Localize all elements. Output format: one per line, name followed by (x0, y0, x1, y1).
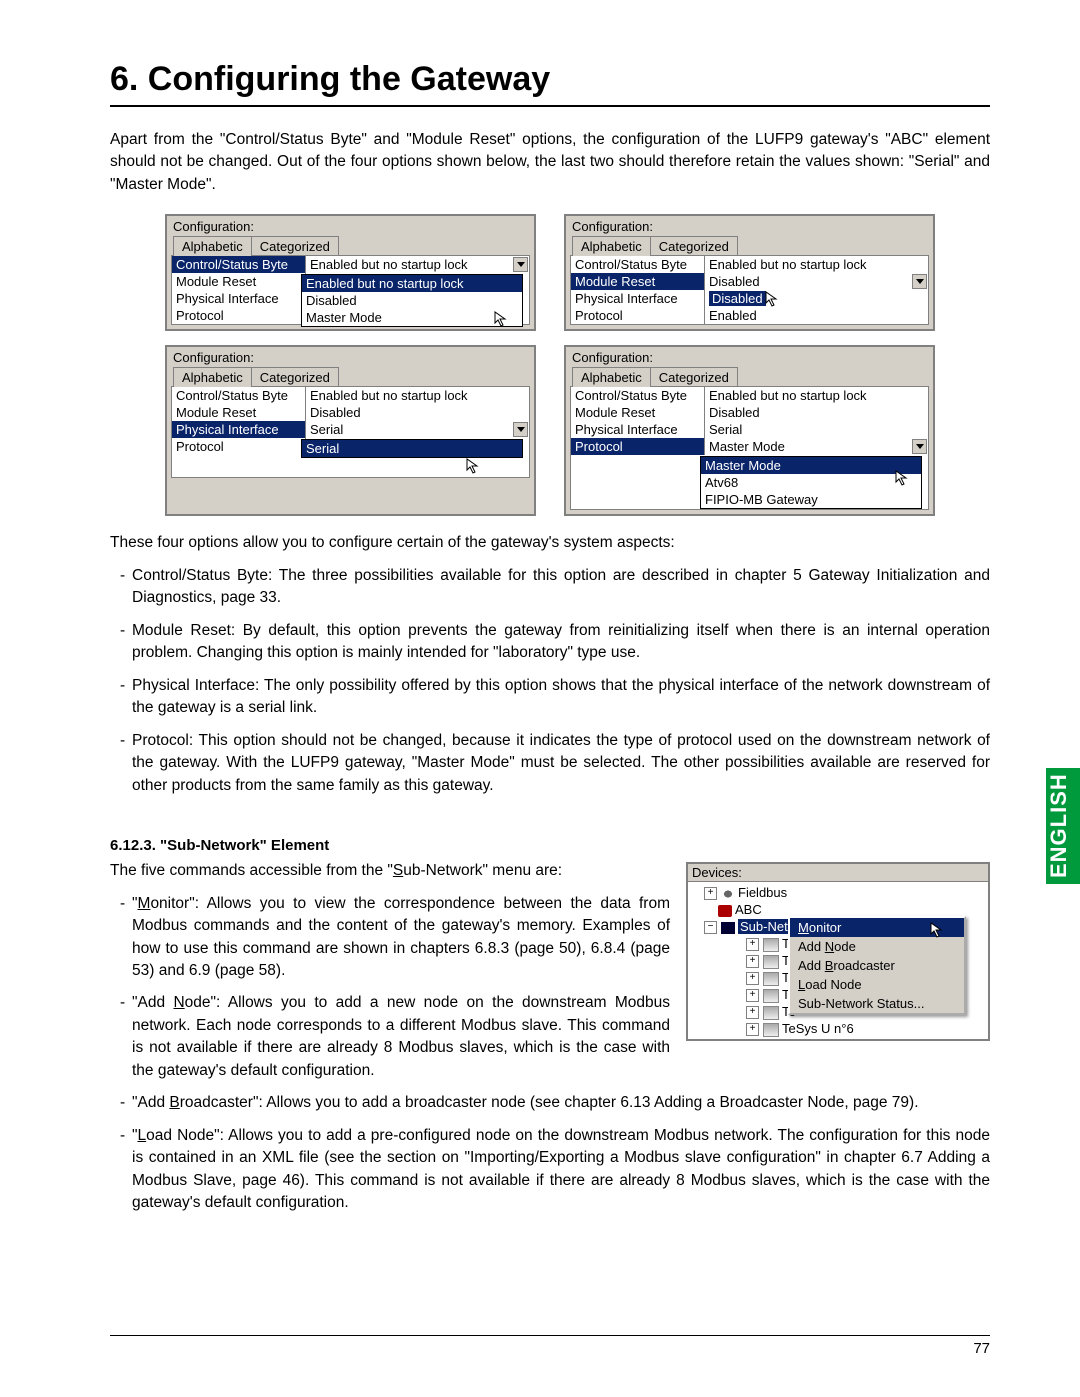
dropdown-list[interactable]: Master Mode Atv68 FIPIO-MB Gateway (700, 456, 922, 509)
config-label: Configuration: (167, 216, 534, 234)
tabstrip: AlphabeticCategorized (566, 234, 933, 255)
row-pr-value[interactable]: Master Mode (705, 438, 929, 455)
row-mr-value: Disabled (306, 404, 530, 421)
page-footer: 77 (110, 1335, 990, 1357)
row-pi-value: Disabled (705, 290, 929, 307)
tab-alphabetic[interactable]: Alphabetic (173, 367, 252, 387)
dropdown-list[interactable]: Serial (301, 439, 523, 458)
menu-item-load-node[interactable]: Load Node (790, 975, 964, 994)
row-pr-label[interactable]: Protocol (172, 438, 306, 455)
sub-heading: 6.12.3. "Sub-Network" Element (110, 837, 990, 854)
page-title: 6. Configuring the Gateway (110, 60, 990, 107)
dropdown-option[interactable]: Serial (302, 440, 522, 457)
page-number: 77 (973, 1340, 990, 1357)
row-mr-value[interactable]: Disabled (705, 273, 929, 290)
list-item: Module Reset: By default, this option pr… (120, 620, 990, 665)
cursor-icon (765, 291, 781, 307)
config-window-2: Configuration: AlphabeticCategorized Con… (564, 214, 935, 331)
row-pi-label[interactable]: Physical Interface (571, 421, 705, 438)
intro-paragraph: Apart from the "Control/Status Byte" and… (110, 129, 990, 196)
row-pr-value: Enabled (705, 307, 929, 324)
dropdown-button[interactable] (912, 274, 927, 289)
after-shots-paragraph: These four options allow you to configur… (110, 532, 990, 554)
row-pi-label[interactable]: Physical Interface (172, 290, 306, 307)
dropdown-option[interactable]: Master Mode (302, 309, 522, 326)
row-csb-value[interactable]: Enabled but no startup lock (306, 256, 530, 273)
dropdown-option[interactable]: Enabled but no startup lock (302, 275, 522, 292)
row-csb-label[interactable]: Control/Status Byte (172, 387, 306, 404)
row-pi-label[interactable]: Physical Interface (571, 290, 705, 307)
row-mr-label[interactable]: Module Reset (172, 404, 306, 421)
row-csb-label[interactable]: Control/Status Byte (571, 387, 705, 404)
tree-header: Devices: (688, 864, 988, 882)
list-item: "Load Node": Allows you to add a pre-con… (120, 1125, 990, 1215)
row-csb-value: Enabled but no startup lock (705, 387, 929, 404)
list-item: Protocol: This option should not be chan… (120, 730, 990, 797)
tabstrip: AlphabeticCategorized (167, 234, 534, 255)
tab-alphabetic[interactable]: Alphabetic (572, 367, 651, 387)
tabstrip: AlphabeticCategorized (167, 365, 534, 386)
menu-item-subnetwork-status[interactable]: Sub-Network Status... (790, 994, 964, 1013)
tab-categorized[interactable]: Categorized (251, 236, 339, 256)
row-pr-label[interactable]: Protocol (571, 307, 705, 324)
row-csb-label[interactable]: Control/Status Byte (172, 256, 306, 273)
row-pi-label[interactable]: Physical Interface (172, 421, 306, 438)
menu-item-add-node[interactable]: Add Node (790, 937, 964, 956)
dropdown-button[interactable] (912, 439, 927, 454)
list-item: "Add Broadcaster": Allows you to add a b… (120, 1092, 990, 1114)
tab-alphabetic[interactable]: Alphabetic (173, 236, 252, 256)
row-csb-label[interactable]: Control/Status Byte (571, 256, 705, 273)
dropdown-option[interactable]: Atv68 (701, 474, 921, 491)
row-mr-label[interactable]: Module Reset (571, 404, 705, 421)
menu-item-monitor[interactable]: Monitor (790, 918, 964, 937)
option-list: Control/Status Byte: The three possibili… (110, 565, 990, 797)
row-mr-label[interactable]: Module Reset (172, 273, 306, 290)
language-tab: ENGLISH (1046, 768, 1080, 884)
config-label: Configuration: (167, 347, 534, 365)
tabstrip: AlphabeticCategorized (566, 365, 933, 386)
row-pr-label[interactable]: Protocol (172, 307, 306, 324)
menu-item-add-broadcaster[interactable]: Add Broadcaster (790, 956, 964, 975)
config-window-3: Configuration: AlphabeticCategorized Con… (165, 345, 536, 516)
row-pr-label[interactable]: Protocol (571, 438, 705, 455)
tab-categorized[interactable]: Categorized (251, 367, 339, 387)
row-csb-value: Enabled but no startup lock (306, 387, 530, 404)
dropdown-button[interactable] (513, 257, 528, 272)
config-window-4: Configuration: AlphabeticCategorized Con… (564, 345, 935, 516)
context-menu: Monitor Add Node Add Broadcaster Load No… (788, 916, 966, 1015)
row-mr-value: Disabled (705, 404, 929, 421)
row-pi-value: Serial (705, 421, 929, 438)
row-csb-value: Enabled but no startup lock (705, 256, 929, 273)
row-pi-value[interactable]: Serial (306, 421, 530, 438)
tab-categorized[interactable]: Categorized (650, 367, 738, 387)
config-label: Configuration: (566, 347, 933, 365)
dropdown-list[interactable]: Enabled but no startup lock Disabled Mas… (301, 274, 523, 327)
tab-categorized[interactable]: Categorized (650, 236, 738, 256)
subnetwork-menu-list-cont: "Add Broadcaster": Allows you to add a b… (110, 1092, 990, 1214)
row-mr-label[interactable]: Module Reset (571, 273, 705, 290)
list-item: Control/Status Byte: The three possibili… (120, 565, 990, 610)
dropdown-option[interactable]: Disabled (302, 292, 522, 309)
dropdown-option[interactable]: Master Mode (701, 457, 921, 474)
tab-alphabetic[interactable]: Alphabetic (572, 236, 651, 256)
dropdown-option[interactable]: FIPIO-MB Gateway (701, 491, 921, 508)
list-item: Physical Interface: The only possibility… (120, 675, 990, 720)
config-label: Configuration: (566, 216, 933, 234)
dropdown-button[interactable] (513, 422, 528, 437)
config-window-1: Configuration: AlphabeticCategorized Con… (165, 214, 536, 331)
